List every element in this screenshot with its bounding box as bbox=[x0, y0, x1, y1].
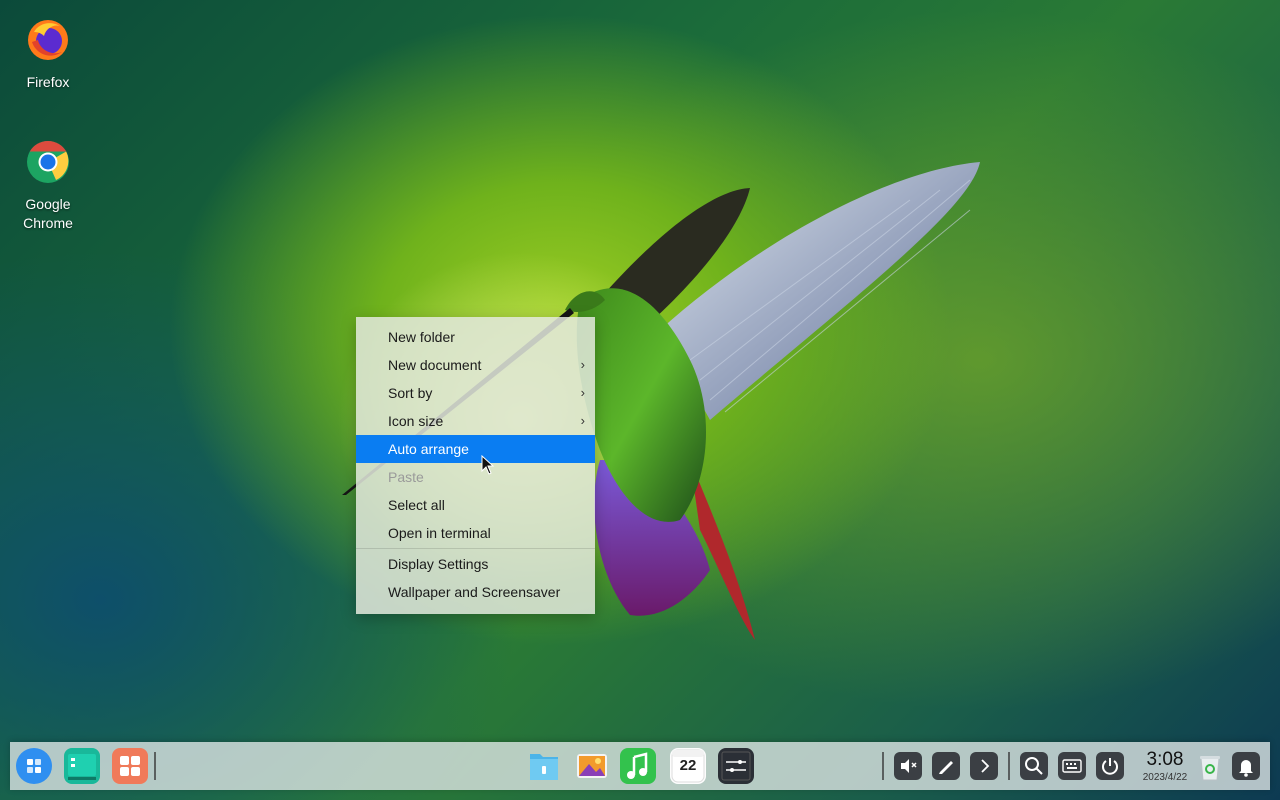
chrome-icon bbox=[27, 141, 69, 183]
menu-item-paste: Paste bbox=[356, 463, 595, 491]
music-button[interactable] bbox=[620, 748, 656, 784]
clock-time[interactable]: 3:08 bbox=[1135, 749, 1195, 771]
chevron-right-icon bbox=[981, 759, 990, 773]
music-icon bbox=[627, 752, 648, 779]
dock-divider bbox=[882, 752, 884, 780]
image-viewer-button[interactable] bbox=[574, 748, 610, 784]
submenu-arrow-icon: › bbox=[580, 413, 585, 428]
desktop-background[interactable]: Firefox Google Chrome New folder New doc… bbox=[0, 0, 1280, 800]
menu-item-auto-arrange[interactable]: Auto arrange bbox=[356, 435, 595, 463]
menu-item-label: Select all bbox=[388, 497, 445, 513]
menu-item-label: Wallpaper and Screensaver bbox=[388, 584, 561, 600]
menu-item-label: Sort by bbox=[388, 385, 433, 401]
menu-item-label: Paste bbox=[388, 469, 424, 485]
calendar-button[interactable]: 22 bbox=[670, 748, 706, 784]
keyboard-icon bbox=[1062, 759, 1082, 773]
terminal-button[interactable] bbox=[718, 748, 754, 784]
menu-item-new-document[interactable]: New document › bbox=[356, 351, 595, 379]
menu-item-label: Display Settings bbox=[388, 556, 489, 572]
stylus-icon bbox=[939, 761, 953, 774]
menu-item-open-in-terminal[interactable]: Open in terminal bbox=[356, 519, 595, 547]
onscreen-keyboard-button[interactable] bbox=[1058, 752, 1086, 780]
menu-item-label: Open in terminal bbox=[388, 525, 491, 541]
desktop-icon-label: Firefox bbox=[26, 74, 70, 90]
calendar-day: 22 bbox=[679, 757, 697, 774]
dock-divider bbox=[154, 752, 156, 780]
firefox-icon bbox=[28, 20, 68, 60]
desktop-context-menu: New folder New document › Sort by › Icon… bbox=[356, 317, 595, 614]
desktop-icon-label: Google Chrome bbox=[23, 196, 73, 231]
mouse-pointer-icon bbox=[481, 455, 495, 475]
menu-separator bbox=[356, 548, 595, 549]
app-store-icon bbox=[120, 756, 140, 776]
menu-item-label: Auto arrange bbox=[388, 441, 469, 457]
menu-item-label: New folder bbox=[388, 329, 455, 345]
notification-bell-icon bbox=[1239, 760, 1253, 777]
image-viewer-icon bbox=[577, 754, 607, 778]
power-icon bbox=[1102, 758, 1118, 775]
clock-date: 2023/4/22 bbox=[1142, 772, 1188, 783]
submenu-arrow-icon: › bbox=[580, 385, 585, 400]
search-icon bbox=[1025, 757, 1043, 775]
launcher-icon bbox=[27, 759, 41, 773]
menu-item-sort-by[interactable]: Sort by › bbox=[356, 379, 595, 407]
stylus-button[interactable] bbox=[932, 752, 960, 780]
multitasking-view-button[interactable] bbox=[64, 748, 100, 784]
menu-item-label: New document bbox=[388, 357, 482, 373]
menu-item-icon-size[interactable]: Icon size › bbox=[356, 407, 595, 435]
menu-item-label: Icon size bbox=[388, 413, 444, 429]
dock-divider bbox=[1008, 752, 1010, 780]
desktop-icon-firefox[interactable]: Firefox bbox=[0, 18, 96, 92]
volume-button[interactable] bbox=[894, 752, 922, 780]
launcher-button[interactable] bbox=[16, 748, 52, 784]
submenu-arrow-icon: › bbox=[580, 357, 585, 372]
terminal-icon bbox=[721, 751, 751, 781]
menu-item-select-all[interactable]: Select all bbox=[356, 491, 595, 519]
file-manager-icon bbox=[530, 754, 558, 780]
notification-center-button[interactable] bbox=[1232, 752, 1260, 780]
app-store-button[interactable] bbox=[112, 748, 148, 784]
search-button[interactable] bbox=[1020, 752, 1048, 780]
menu-item-display-settings[interactable]: Display Settings bbox=[356, 550, 595, 578]
file-manager-button[interactable] bbox=[526, 748, 562, 784]
power-button[interactable] bbox=[1096, 752, 1124, 780]
menu-item-wallpaper-and-screensaver[interactable]: Wallpaper and Screensaver bbox=[356, 578, 595, 606]
trash-icon bbox=[1200, 756, 1220, 781]
multitasking-icon bbox=[68, 754, 96, 780]
desktop-icon-google-chrome[interactable]: Google Chrome bbox=[0, 140, 96, 233]
volume-muted-icon bbox=[901, 759, 917, 773]
show-hidden-tray-button[interactable] bbox=[970, 752, 998, 780]
menu-item-new-folder[interactable]: New folder bbox=[356, 323, 595, 351]
trash-button[interactable] bbox=[1192, 748, 1228, 784]
taskbar-dock: 22 3:08 2023/4/22 bbox=[10, 742, 1270, 790]
